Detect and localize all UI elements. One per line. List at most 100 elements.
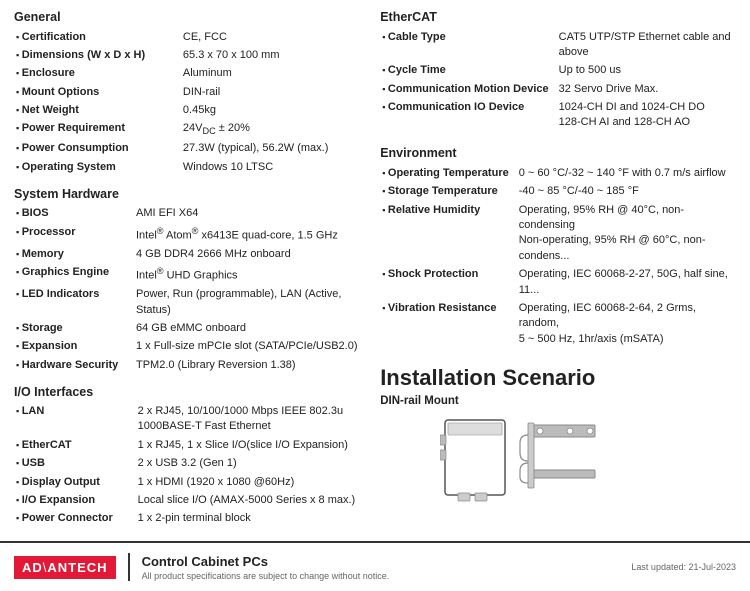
spec-value: TPM2.0 (Library Reversion 1.38): [134, 356, 360, 374]
spec-value: 1 x 2-pin terminal block: [136, 510, 361, 528]
table-row: EtherCAT1 x RJ45, 1 x Slice I/O(slice I/…: [14, 436, 360, 454]
table-row: Operating SystemWindows 10 LTSC: [14, 158, 360, 176]
table-row: Hardware SecurityTPM2.0 (Library Reversi…: [14, 356, 360, 374]
spec-label: Communication Motion Device: [380, 80, 556, 98]
table-row: LED IndicatorsPower, Run (programmable),…: [14, 286, 360, 320]
table-row: Communication Motion Device32 Servo Driv…: [380, 80, 736, 98]
spec-label: Operating System: [14, 158, 181, 176]
spec-label: Power Requirement: [14, 120, 181, 140]
environment-title: Environment: [380, 146, 736, 160]
table-row: I/O ExpansionLocal slice I/O (AMAX-5000 …: [14, 492, 360, 510]
spec-value: 4 GB DDR4 2666 MHz onboard: [134, 245, 360, 263]
spec-label: Power Consumption: [14, 140, 181, 158]
table-row: LAN2 x RJ45, 10/100/1000 Mbps IEEE 802.3…: [14, 403, 360, 437]
spec-label: Dimensions (W x D x H): [14, 46, 181, 64]
table-row: Display Output1 x HDMI (1920 x 1080 @60H…: [14, 473, 360, 491]
spec-label: USB: [14, 455, 136, 473]
table-row: Cycle TimeUp to 500 us: [380, 62, 736, 80]
table-row: Cable TypeCAT5 UTP/STP Ethernet cable an…: [380, 28, 736, 62]
dinrail-label: DIN-rail Mount: [380, 395, 736, 407]
spec-value: 27.3W (typical), 56.2W (max.): [181, 140, 360, 158]
table-row: Power Requirement24VDC ± 20%: [14, 120, 360, 140]
logo-text: AD\ANTECH: [22, 560, 108, 575]
spec-label: Mount Options: [14, 83, 181, 101]
footer-updated: Last updated: 21-Jul-2023: [631, 562, 736, 572]
ethercat-title: EtherCAT: [380, 10, 736, 24]
spec-label: Cable Type: [380, 28, 556, 62]
footer: AD\ANTECH Control Cabinet PCs All produc…: [0, 541, 750, 591]
io-interfaces-title: I/O Interfaces: [14, 385, 360, 399]
table-row: Dimensions (W x D x H)65.3 x 70 x 100 mm: [14, 46, 360, 64]
spec-value: Operating, IEC 60068-2-27, 50G, half sin…: [517, 266, 736, 300]
dinrail-diagram: [440, 415, 570, 505]
spec-value: Windows 10 LTSC: [181, 158, 360, 176]
table-row: USB2 x USB 3.2 (Gen 1): [14, 455, 360, 473]
spec-value: 1 x HDMI (1920 x 1080 @60Hz): [136, 473, 361, 491]
spec-label: LED Indicators: [14, 286, 134, 320]
spec-value: Up to 500 us: [557, 62, 736, 80]
spec-label: Storage Temperature: [380, 183, 517, 201]
table-row: ProcessorIntel® Atom® x6413E quad-core, …: [14, 223, 360, 245]
table-row: Storage Temperature-40 ~ 85 °C/-40 ~ 185…: [380, 183, 736, 201]
footer-left-group: Control Cabinet PCs All product specific…: [142, 554, 390, 581]
spec-value: CE, FCC: [181, 28, 360, 46]
spec-value: CAT5 UTP/STP Ethernet cable and above: [557, 28, 736, 62]
spec-value: 32 Servo Drive Max.: [557, 80, 736, 98]
spec-label: Operating Temperature: [380, 164, 517, 182]
spec-label: Shock Protection: [380, 266, 517, 300]
spec-value: 24VDC ± 20%: [181, 120, 360, 140]
logo-box: AD\ANTECH: [14, 556, 116, 579]
spec-label: Display Output: [14, 473, 136, 491]
table-row: Memory4 GB DDR4 2666 MHz onboard: [14, 245, 360, 263]
system-hardware-table: BIOSAMI EFI X64ProcessorIntel® Atom® x64…: [14, 205, 360, 375]
footer-product: Control Cabinet PCs: [142, 554, 390, 569]
spec-label: Graphics Engine: [14, 264, 134, 286]
spec-value: 1 x RJ45, 1 x Slice I/O(slice I/O Expans…: [136, 436, 361, 454]
spec-label: Vibration Resistance: [380, 299, 517, 348]
table-row: Graphics EngineIntel® UHD Graphics: [14, 264, 360, 286]
spec-value: 1024-CH DI and 1024-CH DO128-CH AI and 1…: [557, 99, 736, 133]
spec-value: AMI EFI X64: [134, 205, 360, 223]
spec-label: Expansion: [14, 338, 134, 356]
spec-value: 0.45kg: [181, 102, 360, 120]
spec-value: Intel® UHD Graphics: [134, 264, 360, 286]
dinrail-svg: [440, 415, 600, 510]
general-table: CertificationCE, FCCDimensions (W x D x …: [14, 28, 360, 177]
spec-value: Local slice I/O (AMAX-5000 Series x 8 ma…: [136, 492, 361, 510]
general-title: General: [14, 10, 360, 24]
table-row: Power Connector1 x 2-pin terminal block: [14, 510, 360, 528]
right-column: EtherCAT Cable TypeCAT5 UTP/STP Ethernet…: [370, 10, 736, 528]
spec-value: Operating, 95% RH @ 40°C, non-condensing…: [517, 201, 736, 266]
spec-label: BIOS: [14, 205, 134, 223]
table-row: EnclosureAluminum: [14, 65, 360, 83]
spec-value: Intel® Atom® x6413E quad-core, 1.5 GHz: [134, 223, 360, 245]
table-row: Communication IO Device1024-CH DI and 10…: [380, 99, 736, 133]
table-row: Power Consumption27.3W (typical), 56.2W …: [14, 140, 360, 158]
spec-label: Certification: [14, 28, 181, 46]
spec-label: LAN: [14, 403, 136, 437]
table-row: Expansion1 x Full-size mPCIe slot (SATA/…: [14, 338, 360, 356]
spec-value: 0 ~ 60 °C/-32 ~ 140 °F with 0.7 m/s airf…: [517, 164, 736, 182]
io-interfaces-table: LAN2 x RJ45, 10/100/1000 Mbps IEEE 802.3…: [14, 403, 360, 529]
spec-value: -40 ~ 85 °C/-40 ~ 185 °F: [517, 183, 736, 201]
footer-logo: AD\ANTECH: [14, 556, 116, 579]
table-row: Operating Temperature0 ~ 60 °C/-32 ~ 140…: [380, 164, 736, 182]
spec-value: Aluminum: [181, 65, 360, 83]
spec-value: 1 x Full-size mPCIe slot (SATA/PCIe/USB2…: [134, 338, 360, 356]
table-row: Storage64 GB eMMC onboard: [14, 319, 360, 337]
table-row: BIOSAMI EFI X64: [14, 205, 360, 223]
spec-value: 2 x RJ45, 10/100/1000 Mbps IEEE 802.3u10…: [136, 403, 361, 437]
environment-table: Operating Temperature0 ~ 60 °C/-32 ~ 140…: [380, 164, 736, 348]
spec-label: Net Weight: [14, 102, 181, 120]
installation-title: Installation Scenario: [380, 365, 736, 391]
spec-label: Hardware Security: [14, 356, 134, 374]
spec-label: Memory: [14, 245, 134, 263]
system-hardware-title: System Hardware: [14, 187, 360, 201]
spec-label: Communication IO Device: [380, 99, 556, 133]
spec-label: Enclosure: [14, 65, 181, 83]
table-row: Shock ProtectionOperating, IEC 60068-2-2…: [380, 266, 736, 300]
footer-divider: [128, 553, 130, 581]
spec-value: 64 GB eMMC onboard: [134, 319, 360, 337]
table-row: Vibration ResistanceOperating, IEC 60068…: [380, 299, 736, 348]
spec-value: 65.3 x 70 x 100 mm: [181, 46, 360, 64]
